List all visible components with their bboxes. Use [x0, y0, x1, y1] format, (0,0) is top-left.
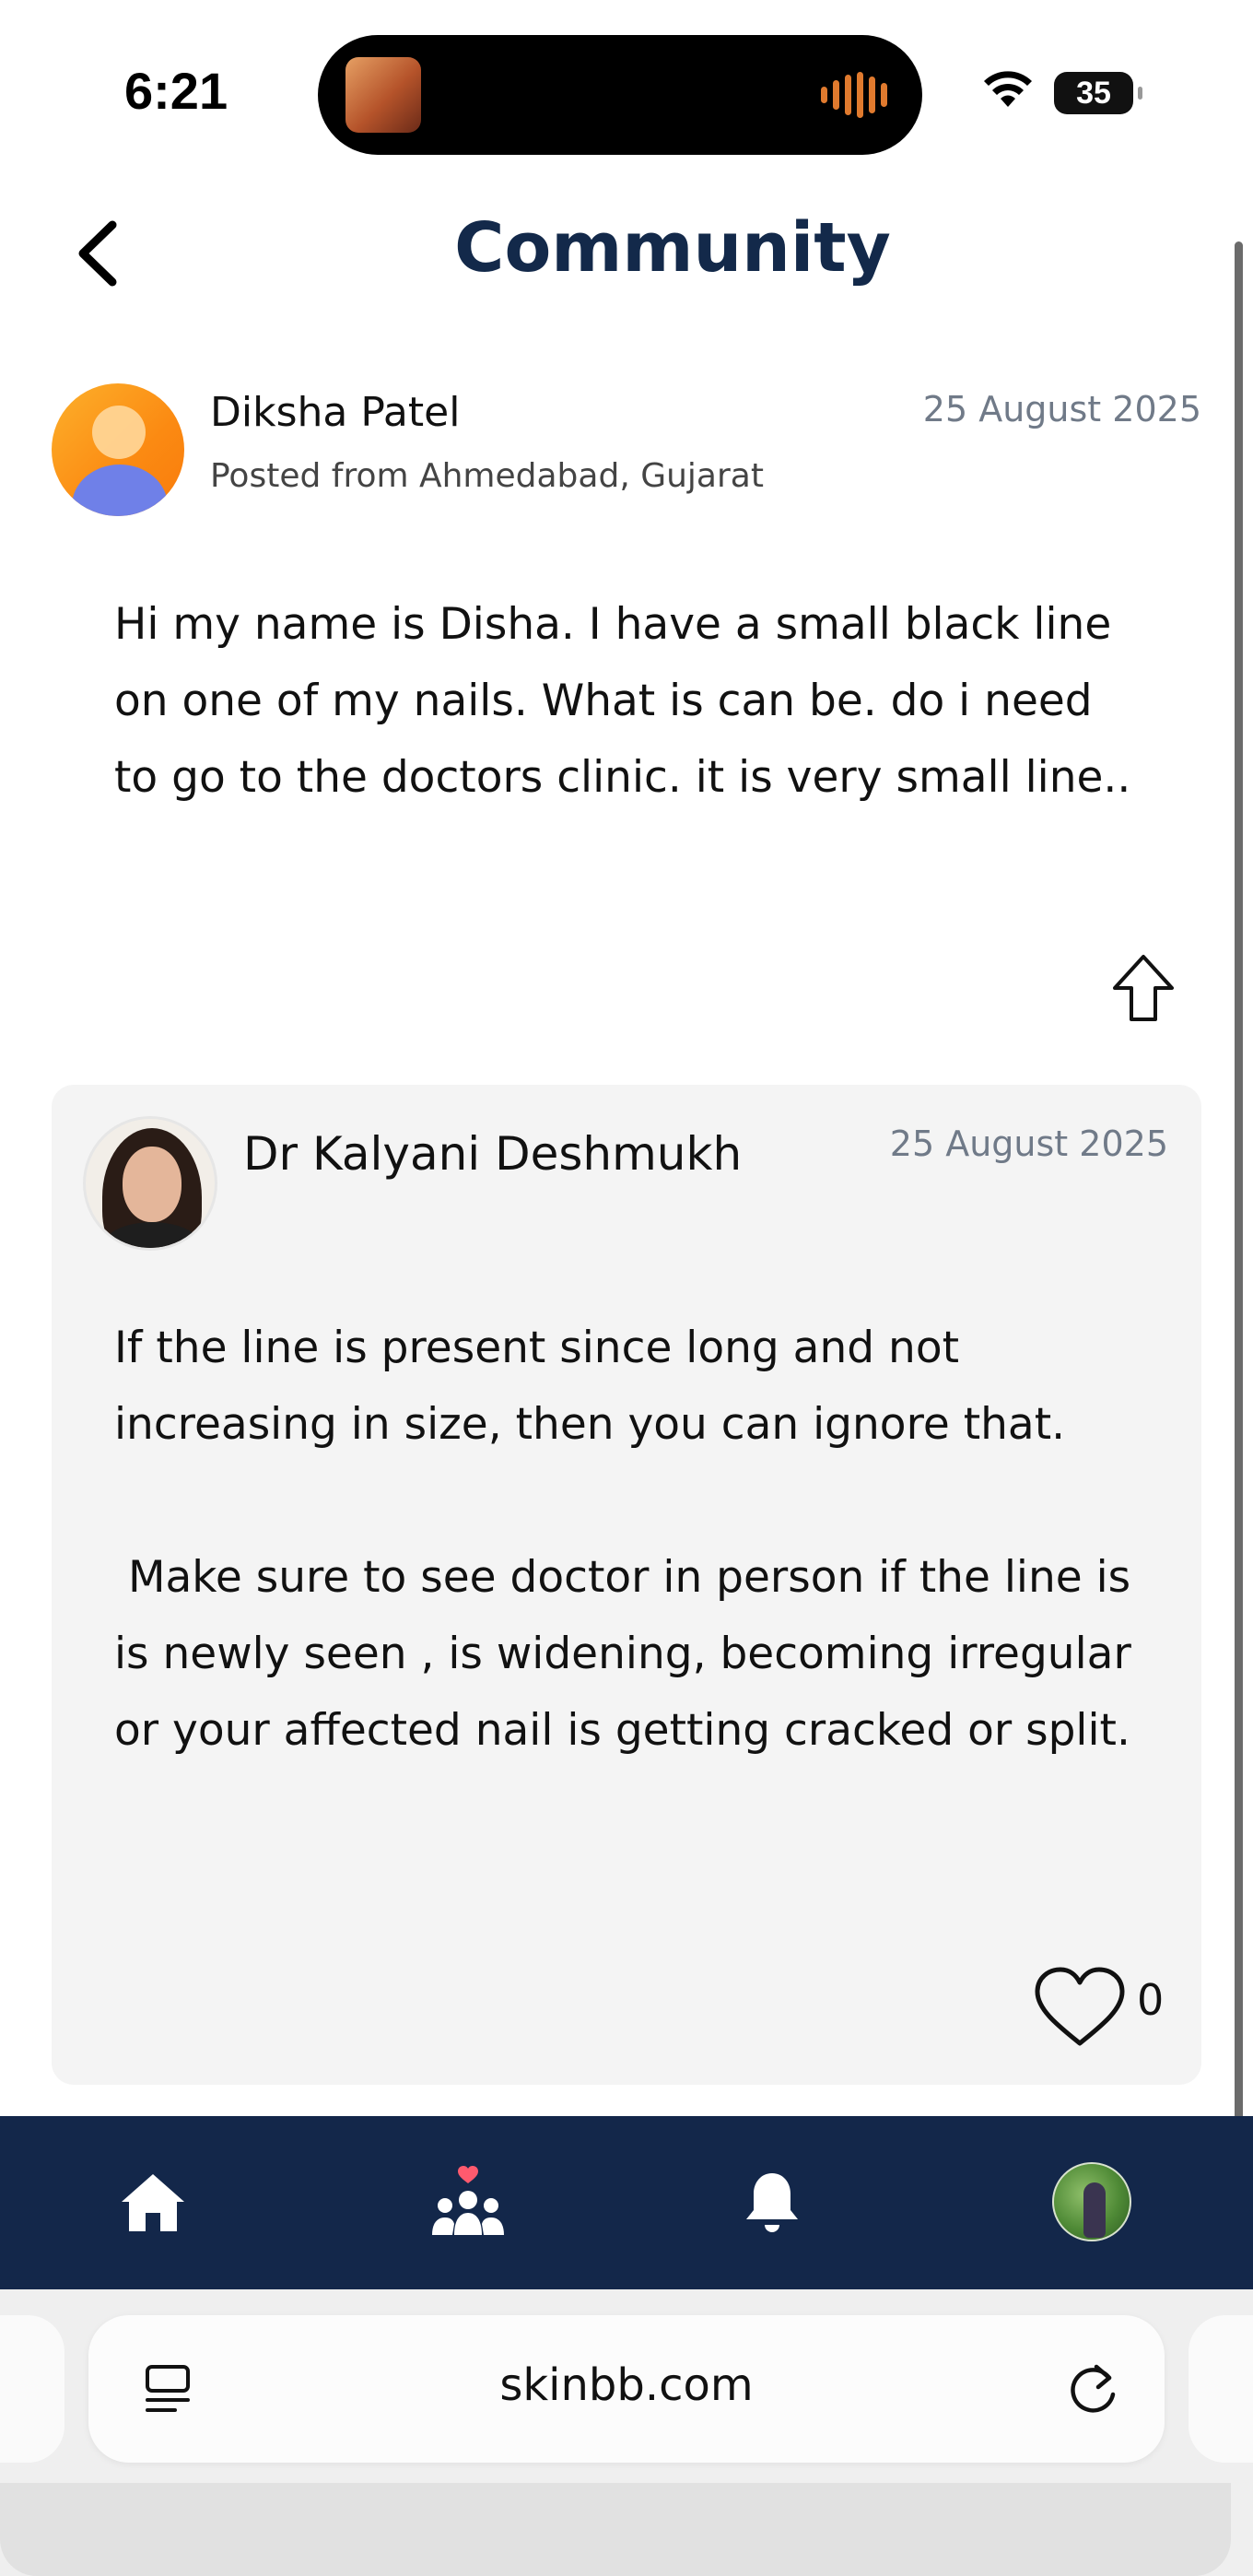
status-time: 6:21 — [124, 62, 228, 120]
like-count: 0 — [1137, 1975, 1165, 2025]
page-title: Community — [454, 208, 891, 288]
battery-icon: 35 — [1054, 72, 1142, 114]
nav-home[interactable] — [61, 2116, 245, 2289]
profile-avatar[interactable] — [1052, 2162, 1131, 2241]
scrollbar[interactable] — [1235, 241, 1243, 2240]
nav-notifications[interactable] — [680, 2116, 864, 2289]
url-text: skinbb.com — [499, 2359, 754, 2411]
bottom-nav — [0, 2116, 1253, 2289]
status-bar: 6:21 35 — [0, 0, 1253, 184]
nav-community[interactable] — [376, 2116, 560, 2289]
post-date: 25 August 2025 — [922, 389, 1201, 429]
post-author[interactable]: Diksha Patel — [210, 389, 460, 436]
doctor-name[interactable]: Dr Kalyani Deshmukh — [243, 1127, 742, 1181]
doctor-avatar[interactable] — [83, 1116, 217, 1251]
browser-toolbar: skinbb.com — [0, 2289, 1253, 2576]
now-playing-artwork — [345, 57, 421, 133]
share-arrow-up-icon[interactable] — [1109, 951, 1177, 1027]
header: Community — [0, 184, 1253, 323]
previous-tab[interactable] — [0, 2315, 64, 2463]
bell-icon — [746, 2173, 798, 2232]
post-location: Posted from Ahmedabad, Gujarat — [210, 457, 764, 495]
community-post: Diksha Patel Posted from Ahmedabad, Guja… — [0, 369, 1235, 1051]
reload-icon[interactable] — [1063, 2358, 1124, 2418]
doctor-reply-card: Dr Kalyani Deshmukh 25 August 2025 If th… — [52, 1085, 1201, 2085]
post-body: Hi my name is Disha. I have a small blac… — [114, 599, 1131, 803]
wifi-icon — [984, 71, 1032, 107]
dynamic-island[interactable] — [318, 35, 922, 155]
heart-outline-icon[interactable] — [1032, 1964, 1128, 2051]
reply-date: 25 August 2025 — [889, 1123, 1168, 1164]
reply-body: If the line is present since long and no… — [114, 1323, 1131, 1756]
address-bar[interactable]: skinbb.com — [88, 2315, 1165, 2463]
bottom-sheet — [0, 2483, 1231, 2576]
next-tab[interactable] — [1189, 2315, 1253, 2463]
audio-wave-icon — [821, 72, 893, 118]
avatar[interactable] — [52, 383, 184, 516]
home-icon — [122, 2174, 184, 2231]
community-icon — [432, 2166, 504, 2235]
